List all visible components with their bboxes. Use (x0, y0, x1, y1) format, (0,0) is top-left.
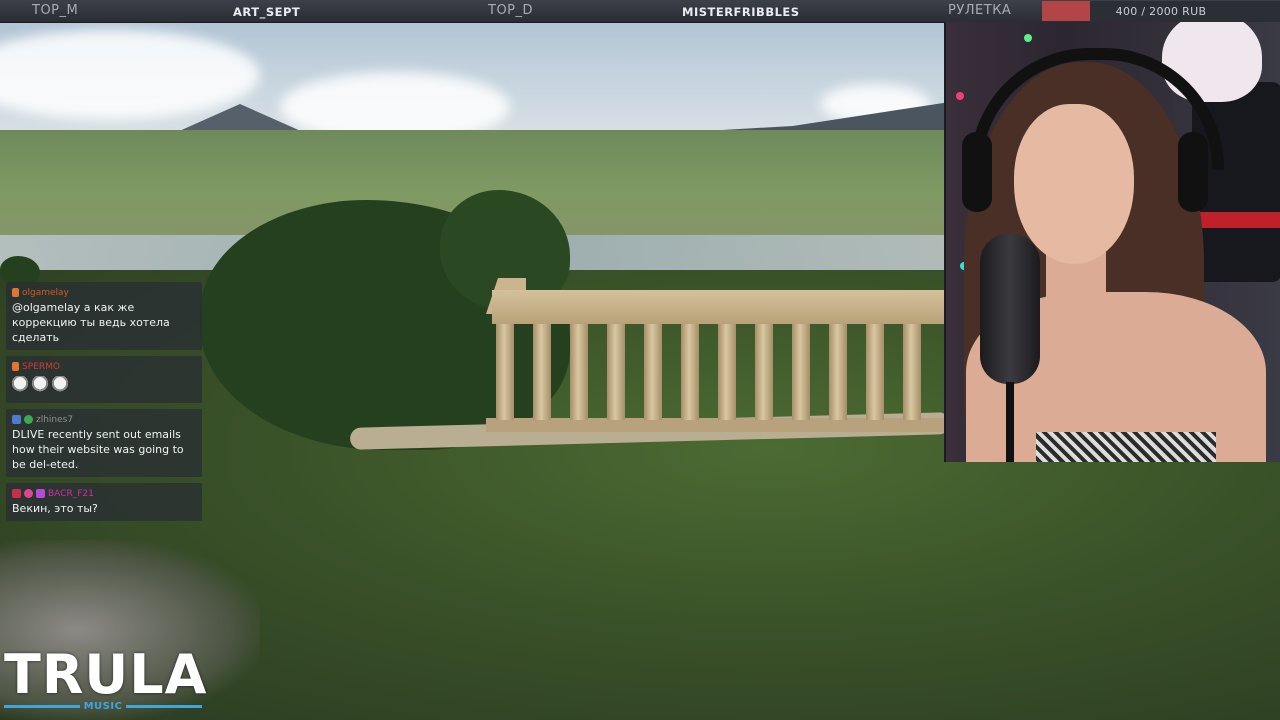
microphone-icon (980, 234, 1040, 384)
logo-line (126, 704, 202, 708)
temple-column (903, 324, 921, 420)
subscriber-badge-icon (12, 415, 21, 424)
temple-column (866, 324, 884, 420)
chat-message-header: olgamelay (12, 286, 196, 299)
emote-icon (32, 376, 48, 394)
chair-stripe (1192, 212, 1280, 228)
logo-subtitle-row: MUSIC (4, 700, 202, 712)
top-bar-item-roulette: РУЛЕТКА (948, 3, 1012, 18)
temple-column (829, 324, 847, 420)
chat-overlay: olgamelay @olgamelay а как же коррекцию … (6, 282, 202, 527)
top-bar-item-misterfribbles: MISTERFRIBBLES (682, 5, 800, 19)
heart-badge-icon (24, 489, 33, 498)
emote-icon (52, 376, 68, 394)
temple-column (792, 324, 810, 420)
temple-column (496, 324, 514, 420)
chat-text: DLIVE recently sent out emails how their… (12, 428, 184, 471)
webcam-overlay (944, 22, 1280, 462)
trula-music-logo: TRULA MUSIC (4, 643, 208, 716)
chat-message: SPERMO (6, 356, 202, 403)
chat-username: BACR_F21 (48, 488, 94, 499)
temple-column (755, 324, 773, 420)
temple-column (718, 324, 736, 420)
streamer-top (1036, 432, 1216, 462)
greek-temple (486, 278, 946, 434)
chat-message-header: zlhines7 (12, 413, 196, 426)
top-bar-item-art-sept: ART_SEPT (233, 5, 301, 19)
chat-text: @olgamelay а как же коррекцию ты ведь хо… (12, 301, 170, 344)
logo-title: TRULA (4, 643, 208, 706)
fire-badge-icon (12, 362, 19, 371)
star-badge-icon (36, 489, 45, 498)
chat-text: Векин, это ты? (12, 502, 98, 515)
top-bar-item-top-d: TOP_D (488, 3, 534, 18)
emote-icon (12, 376, 28, 394)
temple-column (681, 324, 699, 420)
chat-username: SPERMO (22, 361, 60, 372)
temple-column (607, 324, 625, 420)
chat-message-header: SPERMO (12, 360, 196, 373)
chat-message-header: BACR_F21 (12, 487, 196, 500)
fire-badge-icon (12, 288, 19, 297)
chat-emotes (12, 373, 196, 398)
chat-message: BACR_F21 Векин, это ты? (6, 483, 202, 521)
logo-line (4, 704, 80, 708)
top-bar-item-top-m: TOP_M (32, 3, 79, 18)
headphone-earcup (1178, 132, 1208, 212)
mod-badge-icon (12, 489, 21, 498)
headphone-earcup (962, 132, 992, 212)
temple-column (644, 324, 662, 420)
microphone-stand (1006, 382, 1014, 462)
temple-entablature (492, 290, 946, 324)
fairy-light (956, 92, 964, 100)
fairy-light (1024, 34, 1032, 42)
top-bar: TOP_M ART_SEPT TOP_D MISTERFRIBBLES РУЛЕ… (0, 0, 1280, 23)
chat-message: olgamelay @olgamelay а как же коррекцию … (6, 282, 202, 350)
chat-message: zlhines7 DLIVE recently sent out emails … (6, 409, 202, 477)
donation-goal-bar: 400 / 2000 RUB (1042, 1, 1280, 21)
donation-goal-text: 400 / 2000 RUB (1115, 5, 1207, 18)
chat-username: olgamelay (22, 287, 69, 298)
temple-base (486, 418, 946, 432)
chat-username: zlhines7 (36, 414, 74, 425)
temple-column (570, 324, 588, 420)
logo-subtitle: MUSIC (83, 700, 123, 712)
temple-column (533, 324, 551, 420)
verified-badge-icon (24, 415, 33, 424)
